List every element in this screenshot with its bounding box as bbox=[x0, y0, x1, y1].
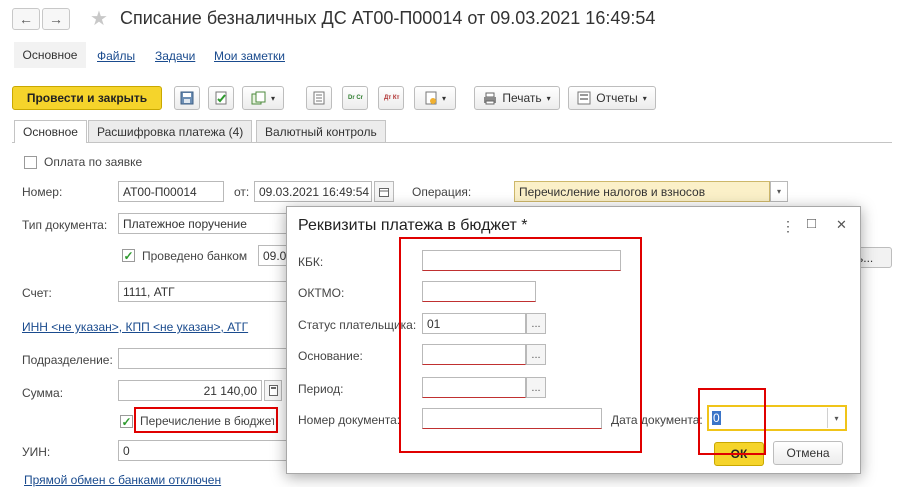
number-label: Номер: bbox=[22, 185, 63, 199]
dropdown-arrow-icon: ▾ bbox=[441, 93, 446, 103]
printer-icon bbox=[484, 92, 497, 104]
bank-exchange-link[interactable]: Прямой обмен с банками отключен bbox=[24, 473, 221, 487]
inn-kpp-link[interactable]: ИНН <не указан>, КПП <не указан>, АТГ bbox=[22, 320, 248, 334]
nav-tab-notes[interactable]: Мои заметки bbox=[214, 49, 285, 63]
bank-posted-date-field[interactable]: 09.0 bbox=[258, 245, 288, 266]
bank-posted-checkbox[interactable]: ✓ bbox=[122, 249, 135, 262]
operation-label: Операция: bbox=[412, 185, 472, 199]
create-based-on-button[interactable]: ▾ bbox=[242, 86, 284, 110]
period-label: Период: bbox=[298, 382, 344, 396]
pay-by-request-checkbox[interactable] bbox=[24, 156, 37, 169]
cancel-button[interactable]: Отмена bbox=[773, 441, 843, 465]
tab-currency-control[interactable]: Валютный контроль bbox=[256, 120, 386, 142]
operation-select[interactable]: Перечисление налогов и взносов bbox=[514, 181, 770, 202]
nav-tab-main-label: Основное bbox=[22, 48, 78, 62]
more-icon[interactable]: ⋮ bbox=[781, 218, 795, 235]
account-field[interactable]: 1111, АТГ bbox=[118, 281, 288, 302]
list-button[interactable] bbox=[306, 86, 332, 110]
highlight-budget-transfer bbox=[134, 407, 278, 433]
calculator-icon bbox=[268, 385, 278, 396]
calculator-button[interactable] bbox=[264, 380, 282, 401]
create-based-icon bbox=[251, 91, 266, 105]
dt-kt-icon: Дт Кт bbox=[384, 95, 400, 101]
print-label: Печать bbox=[502, 91, 542, 105]
date-from-label: от: bbox=[234, 185, 250, 199]
basis-label: Основание: bbox=[298, 349, 363, 363]
nav-tab-tasks[interactable]: Задачи bbox=[155, 49, 195, 63]
kbk-label: КБК: bbox=[298, 255, 324, 269]
chevron-down-icon: ▾ bbox=[776, 187, 781, 196]
checkmark-icon: ✓ bbox=[123, 248, 134, 263]
favorite-star-icon[interactable]: ★ bbox=[90, 6, 108, 31]
reports-icon bbox=[577, 91, 591, 105]
attachment-icon bbox=[425, 91, 437, 105]
list-icon bbox=[313, 91, 325, 105]
dropdown-arrow-icon: ▾ bbox=[270, 93, 275, 103]
tab-payment-details[interactable]: Расшифровка платежа (4) bbox=[88, 120, 253, 142]
calendar-button[interactable] bbox=[374, 181, 394, 202]
attachments-button[interactable]: ▾ bbox=[414, 86, 456, 110]
calendar-icon bbox=[379, 187, 389, 197]
forward-arrow-icon: → bbox=[49, 11, 63, 27]
print-button[interactable]: Печать ▾ bbox=[474, 86, 560, 110]
close-icon[interactable]: ✕ bbox=[836, 217, 847, 233]
nav-tab-main[interactable]: Основное bbox=[14, 42, 86, 68]
save-button[interactable] bbox=[174, 86, 200, 110]
account-label: Счет: bbox=[22, 286, 52, 300]
doc-number-label: Номер документа: bbox=[298, 413, 400, 427]
pay-by-request-label: Оплата по заявке bbox=[44, 155, 143, 169]
dropdown-arrow-icon: ▾ bbox=[642, 93, 647, 103]
post-and-close-button[interactable]: Провести и закрыть bbox=[12, 86, 162, 110]
division-field[interactable] bbox=[118, 348, 288, 369]
division-label: Подразделение: bbox=[22, 353, 113, 367]
tab-main[interactable]: Основное bbox=[14, 120, 87, 143]
number-field[interactable]: АТ00-П00014 bbox=[118, 181, 224, 202]
sum-field[interactable]: 21 140,00 bbox=[118, 380, 262, 401]
budget-transfer-checkbox[interactable]: ✓ bbox=[120, 415, 133, 428]
reports-button[interactable]: Отчеты ▾ bbox=[568, 86, 656, 110]
sum-label: Сумма: bbox=[22, 386, 64, 400]
highlight-dialog-fields bbox=[399, 237, 642, 453]
checkmark-icon: ✓ bbox=[121, 414, 132, 429]
dialog-title: Реквизиты платежа в бюджет * bbox=[298, 217, 528, 234]
date-field[interactable]: 09.03.2021 16:49:54 bbox=[254, 181, 372, 202]
dr-cr-button[interactable]: Dr Cr bbox=[342, 86, 368, 110]
bank-posted-label: Проведено банком bbox=[142, 249, 248, 263]
oktmo-label: ОКТМО: bbox=[298, 286, 345, 300]
doc-type-field[interactable]: Платежное поручение bbox=[118, 213, 288, 234]
uin-label: УИН: bbox=[22, 445, 51, 459]
save-icon bbox=[180, 91, 194, 105]
nav-tab-files[interactable]: Файлы bbox=[97, 49, 135, 63]
back-arrow-icon: ← bbox=[19, 11, 33, 27]
post-button[interactable] bbox=[208, 86, 234, 110]
doc-type-label: Тип документа: bbox=[22, 218, 108, 232]
dt-kt-button[interactable]: Дт Кт bbox=[378, 86, 404, 110]
maximize-icon[interactable]: □ bbox=[807, 215, 816, 232]
uin-field[interactable]: 0 bbox=[118, 440, 288, 461]
back-button[interactable]: ← bbox=[12, 8, 40, 30]
chevron-down-icon[interactable]: ▾ bbox=[827, 408, 845, 428]
operation-dropdown-button[interactable]: ▾ bbox=[770, 181, 788, 202]
forward-button[interactable]: → bbox=[42, 8, 70, 30]
window-title: Списание безналичных ДС АТ00-П00014 от 0… bbox=[120, 8, 656, 28]
dr-cr-icon: Dr Cr bbox=[348, 95, 364, 101]
reports-label: Отчеты bbox=[596, 91, 638, 105]
tab-bar-line bbox=[12, 142, 892, 143]
highlight-doc-date-ok bbox=[698, 388, 766, 455]
dropdown-arrow-icon: ▾ bbox=[546, 93, 551, 103]
post-document-icon bbox=[215, 91, 227, 105]
